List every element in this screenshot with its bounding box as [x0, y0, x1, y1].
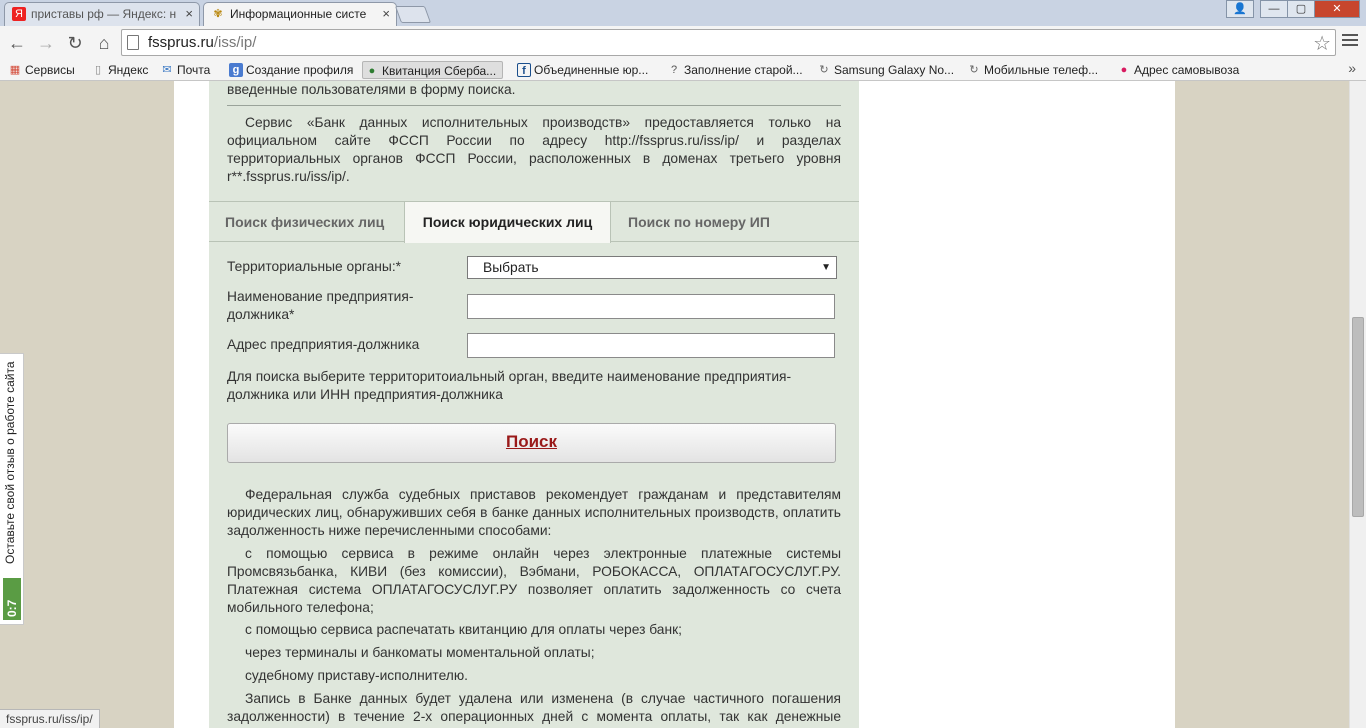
bookmark-sberbank-receipt[interactable]: ● Квитанция Сберба...: [362, 61, 504, 79]
close-window-button[interactable]: ✕: [1314, 0, 1360, 18]
info-paragraph: Федеральная служба судебных приставов ре…: [227, 487, 841, 538]
search-button[interactable]: Поиск: [227, 423, 836, 463]
bookmark-pickup-address[interactable]: ● Адрес самовывоза: [1115, 61, 1240, 79]
bookmark-yandex[interactable]: ▯ Яндекс: [89, 61, 148, 79]
page-icon: [127, 35, 139, 50]
browser-toolbar: ← → ↻ ⌂ fssprus.ru/iss/ip/ ☆: [0, 26, 1366, 59]
close-icon[interactable]: ×: [382, 3, 390, 25]
info-paragraph: с помощью сервиса в режиме онлайн через …: [227, 546, 841, 615]
loading-icon: ↻: [969, 64, 979, 76]
browser-tab-yandex[interactable]: Я приставы рф — Яндекс: н ×: [4, 2, 200, 26]
page-icon: ▯: [94, 64, 102, 76]
address-bar[interactable]: fssprus.ru/iss/ip/ ☆: [121, 29, 1336, 56]
tab-title: Информационные систе: [230, 7, 367, 21]
feedback-widget[interactable]: Оставьте свой отзыв о работе сайта 0:7: [0, 353, 24, 625]
bookmark-mobile-phones[interactable]: ↻ Мобильные телеф...: [965, 61, 1098, 79]
back-arrow-icon[interactable]: ←: [6, 32, 28, 54]
apps-grid-icon: ▦: [9, 64, 21, 76]
bookmark-filling-old[interactable]: ? Заполнение старой...: [665, 61, 803, 79]
divider: [227, 105, 841, 106]
dropdown-arrow-icon: ▼: [821, 262, 831, 273]
maximize-button[interactable]: ▢: [1287, 0, 1315, 18]
mail-icon: ✉: [162, 64, 172, 76]
bookmark-mail[interactable]: ✉ Почта: [158, 61, 210, 79]
search-hint: Для поиска выберите территоритоиальный о…: [227, 369, 792, 402]
tab-ip-number[interactable]: Поиск по номеру ИП: [628, 202, 770, 242]
address-input[interactable]: [467, 333, 835, 358]
question-icon: ?: [670, 64, 678, 76]
menu-icon[interactable]: [1342, 34, 1358, 48]
feedback-badge: 0:7: [3, 578, 21, 620]
company-name-label: Наименование предприятия-должника*: [227, 289, 414, 322]
user-icon[interactable]: 👤: [1226, 0, 1254, 18]
yandex-favicon-icon: Я: [12, 7, 26, 21]
address-label: Адрес предприятия-должника: [227, 337, 420, 352]
territorial-label: Территориальные органы:*: [227, 259, 402, 274]
info-paragraph: судебному приставу-исполнителю.: [245, 668, 469, 683]
bookmark-star-icon[interactable]: ☆: [1313, 31, 1331, 56]
info-paragraph: Запись в Банке данных будет удалена или …: [227, 691, 841, 728]
info-paragraph: через терминалы и банкоматы моментальной…: [245, 645, 595, 660]
scrollbar-thumb[interactable]: [1352, 317, 1364, 517]
company-name-input[interactable]: [467, 294, 835, 319]
fssp-emblem-icon: ✾: [213, 8, 223, 20]
territorial-select[interactable]: Выбрать ▼: [467, 256, 837, 279]
bookmark-create-profile[interactable]: g Создание профиля: [227, 61, 353, 79]
tab-legal-entities[interactable]: Поиск юридических лиц: [404, 202, 611, 243]
status-bar: fssprus.ru/iss/ip/: [0, 709, 100, 728]
vertical-scrollbar[interactable]: [1349, 81, 1366, 728]
bookmark-united-legal[interactable]: f Объединенные юр...: [515, 61, 648, 79]
forward-arrow-icon[interactable]: →: [35, 32, 57, 54]
tab-individuals[interactable]: Поиск физических лиц: [225, 202, 384, 242]
official-site-notice: Сервис «Банк данных исполнительных произ…: [227, 115, 841, 184]
apple-icon: ●: [1120, 64, 1128, 76]
close-icon[interactable]: ×: [185, 3, 193, 25]
browser-tab-fssp[interactable]: ✾ Информационные систе ×: [203, 2, 397, 27]
home-icon[interactable]: ⌂: [93, 32, 115, 54]
info-paragraph: с помощью сервиса распечатать квитанцию …: [245, 622, 682, 637]
window-controls: 👤 — ▢ ✕: [1226, 0, 1360, 18]
tab-strip: Я приставы рф — Яндекс: н × ✾ Информацио…: [0, 0, 1366, 27]
google-icon: g: [229, 63, 243, 77]
search-panel: введенные пользователями в форму поиска.…: [209, 81, 859, 728]
new-tab-button[interactable]: [394, 6, 432, 23]
bookmark-samsung-galaxy[interactable]: ↻ Samsung Galaxy No...: [815, 61, 954, 79]
partial-text: введенные пользователями в форму поиска.: [227, 82, 516, 97]
minimize-button[interactable]: —: [1260, 0, 1288, 18]
document-f-icon: f: [517, 63, 531, 77]
sberbank-icon: ●: [368, 65, 376, 77]
page-viewport: введенные пользователями в форму поиска.…: [0, 81, 1349, 728]
bookmarks-bar: ▦ Сервисы ▯ Яндекс ✉ Почта g Создание профил…: [0, 59, 1366, 81]
url-text: fssprus.ru/iss/ip/: [148, 34, 257, 51]
bookmark-services[interactable]: ▦ Сервисы: [6, 61, 75, 79]
tab-title: приставы рф — Яндекс: н: [31, 7, 177, 21]
reload-icon[interactable]: ↻: [64, 32, 86, 54]
more-bookmarks-icon[interactable]: »: [1348, 60, 1356, 76]
loading-icon: ↻: [819, 64, 829, 76]
feedback-text: Оставьте свой отзыв о работе сайта: [3, 361, 17, 564]
search-tabs: Поиск физических лиц Поиск юридических л…: [209, 201, 859, 243]
